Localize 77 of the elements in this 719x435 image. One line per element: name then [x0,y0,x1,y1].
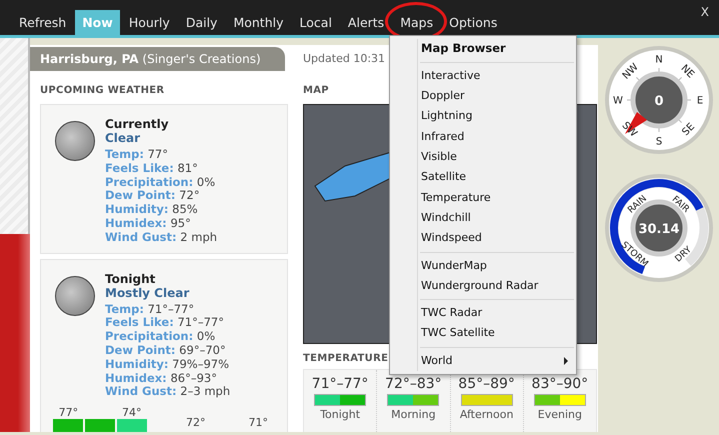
temperature-range: 72°–83° [385,375,442,393]
detail-line: Temp: 77° [105,148,169,162]
period-label: Tonight [320,408,360,421]
range-bar [534,394,586,406]
bar-label: 71° [248,417,268,430]
direction-label: SE [680,121,697,138]
direction-label: NW [620,62,640,82]
range-bar [314,394,366,406]
location-title: Harrisburg, PA (Singer's Creations) [30,47,285,71]
close-button[interactable]: X [698,3,711,21]
direction-label: NE [678,62,696,80]
menu-item[interactable]: Visible [390,147,576,168]
direction-label: W [612,96,622,106]
direction-label: N [654,54,662,66]
period-label: Morning [391,408,436,421]
period-label: Evening [538,408,582,421]
menu-item[interactable]: World [390,350,576,372]
section-heading: UPCOMING WEATHER [40,84,164,98]
moon-icon [55,276,95,316]
menu-item[interactable]: Map Browser [390,39,576,59]
menu-item[interactable]: Windchill [390,208,576,228]
menu-item[interactable]: Infrared [390,126,576,148]
detail-line: Feels Like: 81° [105,162,199,176]
menu-item[interactable]: Satellite [390,167,576,188]
menu-item[interactable]: WunderMap [390,256,576,276]
tab[interactable]: Maps [393,10,440,35]
tab[interactable]: Alerts [340,10,392,35]
temperature-range: 85°–89° [458,375,515,393]
section-heading: MAP [303,84,329,98]
wind-reading: 0 [654,94,664,109]
detail-line: Precipitation: 0% [105,330,216,344]
period-label: Afternoon [460,408,514,421]
menu-item[interactable]: Doppler [390,86,576,107]
direction-label: S [655,136,662,148]
tab[interactable]: Refresh [12,10,74,35]
period-title: Currently [105,117,170,131]
direction-label: SW [619,120,638,140]
tab[interactable]: Options [442,10,504,35]
tab[interactable]: Local [292,10,339,35]
temperature-range: 71°–77° [312,375,368,393]
menu-item[interactable]: TWC Radar [390,303,576,324]
tab[interactable]: Monthly [226,10,291,35]
detail-line: Wind Gust: 2 mph [105,230,218,245]
detail-line: Feels Like: 71°–77° [105,316,225,330]
condition-text: Clear [105,131,142,145]
bar-label: 74° [122,407,142,420]
temperature-range: 83°–90° [532,375,588,393]
section-heading: TEMPERATURE [303,352,388,366]
tab[interactable]: Daily [178,10,224,35]
period-title: Tonight [105,272,156,286]
detail-line: Dew Point: 72° [105,189,201,204]
moon-icon [55,121,95,161]
updated-time: Updated 10:31 [303,51,386,67]
detail-line: Dew Point: 69°–70° [105,344,227,358]
pressure-reading: 30.14 [638,222,680,237]
menu-item[interactable]: Interactive [390,66,576,86]
menu-item[interactable]: Temperature [390,188,576,208]
menu-item[interactable]: Wunderground Radar [390,276,576,296]
detail-line: Humidity: 85% [105,203,199,217]
direction-label: E [696,96,703,106]
detail-line: Humidex: 86°–93° [105,372,218,386]
detail-line: Wind Gust: 2–3 mph [105,385,230,400]
pointer-icon [624,112,646,134]
condition-text: Mostly Clear [105,286,190,300]
menu-item[interactable]: Lightning [390,106,576,127]
detail-line: Humidity: 79%–97% [105,358,230,372]
bar-label: 77° [58,407,78,420]
range-bar [460,394,513,406]
detail-line: Humidex: 95° [105,216,192,231]
detail-line: Precipitation: 0% [105,176,216,190]
menu-item[interactable]: TWC Satellite [390,324,576,344]
submenu-arrow-icon [564,357,568,365]
menu-item[interactable]: Windspeed [390,228,576,249]
tab[interactable]: Hourly [122,10,177,35]
detail-line: Temp: 71°–77° [105,302,196,316]
bar-label: 72° [186,417,206,430]
range-bar [387,394,440,406]
